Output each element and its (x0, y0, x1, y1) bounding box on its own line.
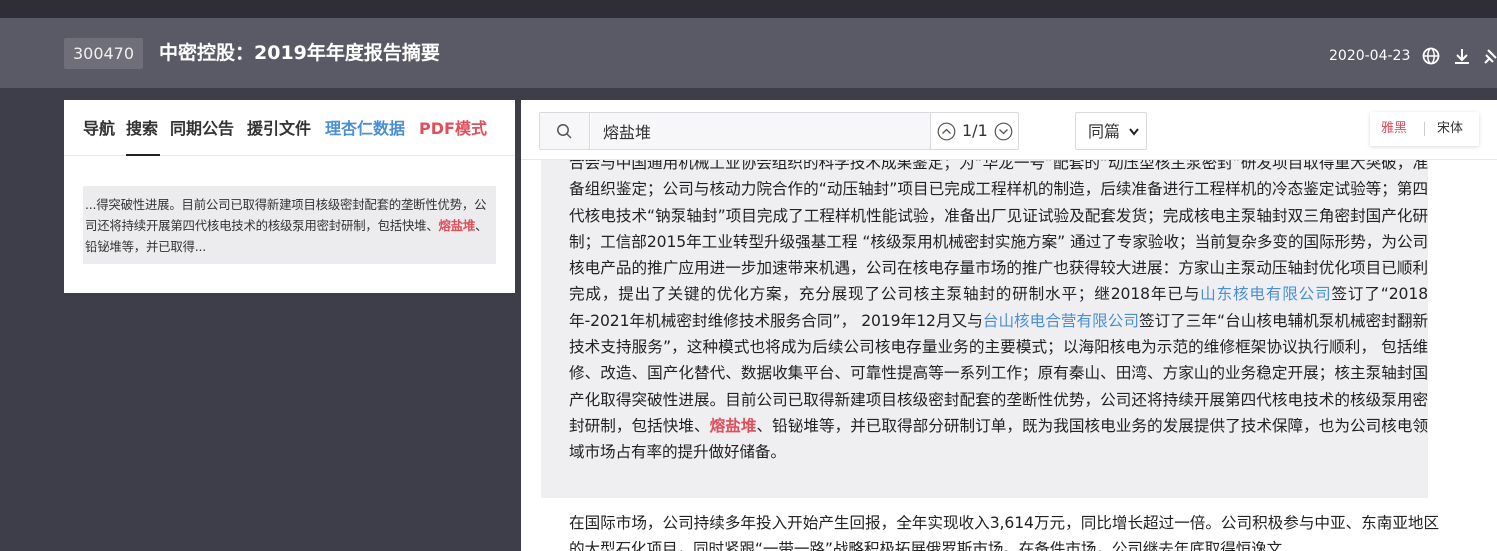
font-option-yahei[interactable]: 雅黑 (1381, 121, 1407, 137)
dropdown-caret-icon (1129, 128, 1139, 136)
match-navigator: 1/1 (932, 113, 1020, 149)
document-panel: 1/1 同篇 雅黑 宋体 合会与中国通用机械工业协会组织的科学技术成果鉴定；为“… (521, 100, 1497, 551)
chevron-down-icon[interactable] (994, 122, 1013, 141)
search-input[interactable] (591, 113, 931, 149)
next-paragraph: 在国际市场，公司持续多年投入开始产生回报，全年实现收入3,614万元，同比增长超… (569, 510, 1439, 551)
download-icon[interactable] (1452, 46, 1472, 66)
sidebar-nav: 导航 搜索 同期公告 援引文件 理杏仁数据 PDF模式 (64, 100, 515, 156)
document-body: 合会与中国通用机械工业协会组织的科学技术成果鉴定；为“华龙一号”配套的“动压型核… (521, 160, 1497, 551)
report-date: 2020-04-23 (1329, 48, 1411, 64)
active-tab-indicator (126, 154, 160, 156)
report-header: 300470 中密控股：2019年年度报告摘要 2020-04-23 (0, 18, 1497, 88)
paragraph-text: 在国际市场，公司持续多年投入开始产生回报，全年实现收入3,614万元，同比增长超… (569, 514, 1439, 551)
chevron-up-icon[interactable] (937, 122, 956, 141)
search-box: 1/1 (539, 112, 1019, 150)
globe-icon[interactable] (1421, 46, 1441, 66)
search-icon (557, 124, 572, 139)
page-title: 中密控股：2019年年度报告摘要 (159, 42, 440, 64)
tab-search[interactable]: 搜索 (126, 118, 158, 140)
tab-navigation[interactable]: 导航 (83, 118, 115, 140)
paragraph-segment: 合会与中国通用机械工业协会组织的科学技术成果鉴定；为“华龙一号”配套的“动压型核… (569, 160, 1428, 304)
match-count: 1/1 (962, 121, 988, 140)
tab-pdf-mode[interactable]: PDF模式 (419, 118, 487, 140)
result-match: 熔盐堆 (438, 218, 476, 233)
search-result-item[interactable]: ...得突破性进展。目前公司已取得新建项目核级密封配套的垄断性优势，公司还将持续… (83, 186, 496, 264)
pin-icon[interactable] (1482, 46, 1497, 66)
paragraph-text: 合会与中国通用机械工业协会组织的科学技术成果鉴定；为“华龙一号”配套的“动压型核… (569, 160, 1428, 466)
font-toggle: 雅黑 宋体 (1370, 112, 1479, 146)
scope-value: 同篇 (1088, 122, 1121, 141)
search-scope-select[interactable]: 同篇 (1075, 112, 1147, 150)
search-button[interactable] (540, 113, 590, 149)
search-toolbar: 1/1 同篇 雅黑 宋体 (521, 100, 1497, 160)
font-option-songti[interactable]: 宋体 (1437, 121, 1463, 137)
result-text-before: ...得突破性进展。目前公司已取得新建项目核级密封配套的垄断性优势，公司还将持续… (85, 197, 487, 233)
company-link-shandong[interactable]: 山东核电有限公司 (1200, 285, 1331, 303)
company-link-taishan[interactable]: 台山核电合营有限公司 (983, 312, 1139, 330)
highlighted-paragraph: 合会与中国通用机械工业协会组织的科学技术成果鉴定；为“华龙一号”配套的“动压型核… (541, 160, 1428, 498)
tab-lixinger-data[interactable]: 理杏仁数据 (325, 118, 405, 140)
sidebar-panel: 导航 搜索 同期公告 援引文件 理杏仁数据 PDF模式 ...得突破性进展。目前… (64, 100, 515, 293)
tab-same-period[interactable]: 同期公告 (170, 118, 234, 140)
search-match-highlight: 熔盐堆 (709, 416, 757, 435)
stock-code-badge: 300470 (64, 38, 143, 69)
font-toggle-divider (1424, 122, 1425, 136)
window-top-strip (0, 0, 1497, 18)
tab-cited-files[interactable]: 援引文件 (247, 118, 311, 140)
